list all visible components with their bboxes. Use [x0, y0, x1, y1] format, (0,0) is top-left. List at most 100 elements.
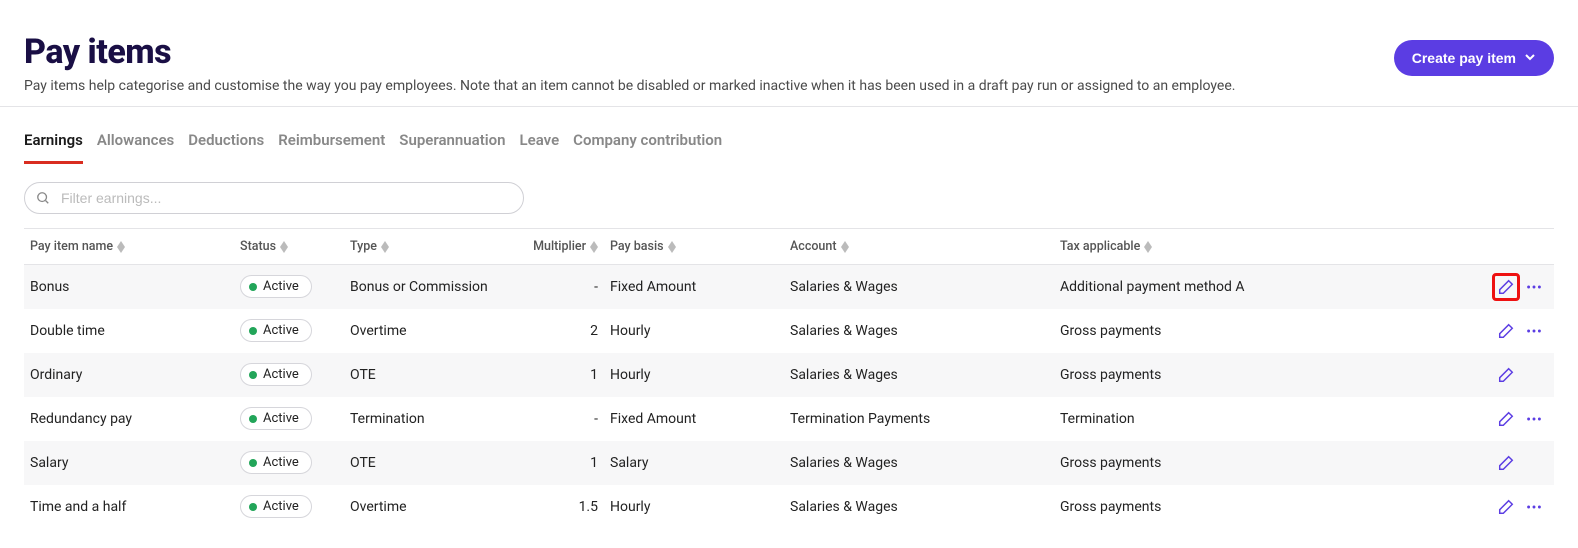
edit-icon[interactable]	[1492, 405, 1520, 433]
col-tax[interactable]: Tax applicable	[1054, 229, 1434, 265]
edit-icon[interactable]	[1492, 361, 1520, 389]
edit-icon[interactable]	[1492, 317, 1520, 345]
cell-type: Overtime	[344, 309, 504, 353]
filter-wrap	[24, 182, 524, 214]
more-icon[interactable]	[1520, 273, 1548, 301]
cell-name: Salary	[24, 441, 234, 485]
search-icon	[36, 191, 50, 205]
cell-multiplier: 1	[504, 441, 604, 485]
status-dot-icon	[249, 415, 257, 423]
status-pill: Active	[240, 363, 312, 386]
cell-actions	[1434, 309, 1554, 353]
cell-basis: Hourly	[604, 309, 784, 353]
page-header: Pay items Pay items help categorise and …	[0, 0, 1578, 107]
cell-account: Salaries & Wages	[784, 485, 1054, 529]
sort-icon	[590, 241, 598, 253]
table-row: Redundancy pay Active Termination -Fixed Am…	[24, 397, 1554, 441]
sort-icon	[668, 241, 676, 253]
tab-leave[interactable]: Leave	[520, 131, 560, 164]
cell-tax: Gross payments	[1054, 441, 1434, 485]
edit-icon[interactable]	[1492, 273, 1520, 301]
tab-company-contribution[interactable]: Company contribution	[573, 131, 722, 164]
cell-tax: Termination	[1054, 397, 1434, 441]
col-basis[interactable]: Pay basis	[604, 229, 784, 265]
header-text-block: Pay items Pay items help categorise and …	[24, 32, 1235, 94]
page-description: Pay items help categorise and customise …	[24, 78, 1235, 94]
status-pill: Active	[240, 275, 312, 298]
edit-icon[interactable]	[1492, 493, 1520, 521]
cell-type: Overtime	[344, 485, 504, 529]
cell-status: Active	[234, 309, 344, 353]
cell-basis: Hourly	[604, 353, 784, 397]
tabs-bar: Earnings Allowances Deductions Reimbursemen…	[0, 107, 1578, 164]
cell-account: Termination Payments	[784, 397, 1054, 441]
filter-earnings-input[interactable]	[24, 182, 524, 214]
tab-reimbursement[interactable]: Reimbursement	[278, 131, 385, 164]
sort-icon	[280, 241, 288, 253]
col-name[interactable]: Pay item name	[24, 229, 234, 265]
cell-basis: Hourly	[604, 485, 784, 529]
status-dot-icon	[249, 327, 257, 335]
more-icon[interactable]	[1520, 317, 1548, 345]
cell-actions	[1434, 485, 1554, 529]
sort-icon	[381, 241, 389, 253]
table-header-row: Pay item name Status Type Multiplier Pay…	[24, 229, 1554, 265]
cell-multiplier: -	[504, 397, 604, 441]
sort-icon	[1144, 241, 1152, 253]
cell-tax: Gross payments	[1054, 353, 1434, 397]
cell-basis: Fixed Amount	[604, 265, 784, 309]
cell-multiplier: 2	[504, 309, 604, 353]
cell-basis: Fixed Amount	[604, 397, 784, 441]
create-pay-item-button[interactable]: Create pay item	[1394, 40, 1554, 76]
status-pill: Active	[240, 319, 312, 342]
cell-actions	[1434, 265, 1554, 309]
status-dot-icon	[249, 283, 257, 291]
cell-actions	[1434, 397, 1554, 441]
more-icon[interactable]	[1520, 493, 1548, 521]
status-pill: Active	[240, 495, 312, 518]
sort-icon	[841, 241, 849, 253]
table-row: BonusActiveBonus or Commission-Fixed Amo…	[24, 265, 1554, 309]
cell-basis: Salary	[604, 441, 784, 485]
cell-status: Active	[234, 353, 344, 397]
cell-status: Active	[234, 485, 344, 529]
status-label: Active	[263, 411, 299, 426]
pay-items-table: Pay item name Status Type Multiplier Pay…	[24, 228, 1554, 529]
table-row: Double timeActiveOvertime2HourlySalaries…	[24, 309, 1554, 353]
status-dot-icon	[249, 371, 257, 379]
create-button-label: Create pay item	[1412, 50, 1516, 66]
cell-tax: Gross payments	[1054, 309, 1434, 353]
col-multiplier[interactable]: Multiplier	[504, 229, 604, 265]
tab-superannuation[interactable]: Superannuation	[399, 131, 505, 164]
cell-account: Salaries & Wages	[784, 265, 1054, 309]
status-label: Active	[263, 455, 299, 470]
col-type[interactable]: Type	[344, 229, 504, 265]
cell-name: Bonus	[24, 265, 234, 309]
cell-account: Salaries & Wages	[784, 309, 1054, 353]
edit-icon[interactable]	[1492, 449, 1520, 477]
col-status[interactable]: Status	[234, 229, 344, 265]
cell-account: Salaries & Wages	[784, 353, 1054, 397]
cell-name: Redundancy pay	[24, 397, 234, 441]
status-label: Active	[263, 323, 299, 338]
cell-multiplier: 1.5	[504, 485, 604, 529]
col-actions	[1434, 229, 1554, 265]
status-pill: Active	[240, 451, 312, 474]
table-wrap: Pay item name Status Type Multiplier Pay…	[0, 228, 1578, 529]
status-label: Active	[263, 279, 299, 294]
table-row: Time and a halfActiveOvertime1.5HourlySa…	[24, 485, 1554, 529]
page-title: Pay items	[24, 32, 1235, 72]
status-pill: Active	[240, 407, 312, 430]
more-icon[interactable]	[1520, 405, 1548, 433]
cell-type: OTE	[344, 353, 504, 397]
status-dot-icon	[249, 459, 257, 467]
cell-type: OTE	[344, 441, 504, 485]
cell-tax: Additional payment method A	[1054, 265, 1434, 309]
tab-allowances[interactable]: Allowances	[97, 131, 174, 164]
cell-account: Salaries & Wages	[784, 441, 1054, 485]
cell-type: Bonus or Commission	[344, 265, 504, 309]
tab-deductions[interactable]: Deductions	[188, 131, 264, 164]
tab-earnings[interactable]: Earnings	[24, 131, 83, 164]
status-label: Active	[263, 367, 299, 382]
col-account[interactable]: Account	[784, 229, 1054, 265]
